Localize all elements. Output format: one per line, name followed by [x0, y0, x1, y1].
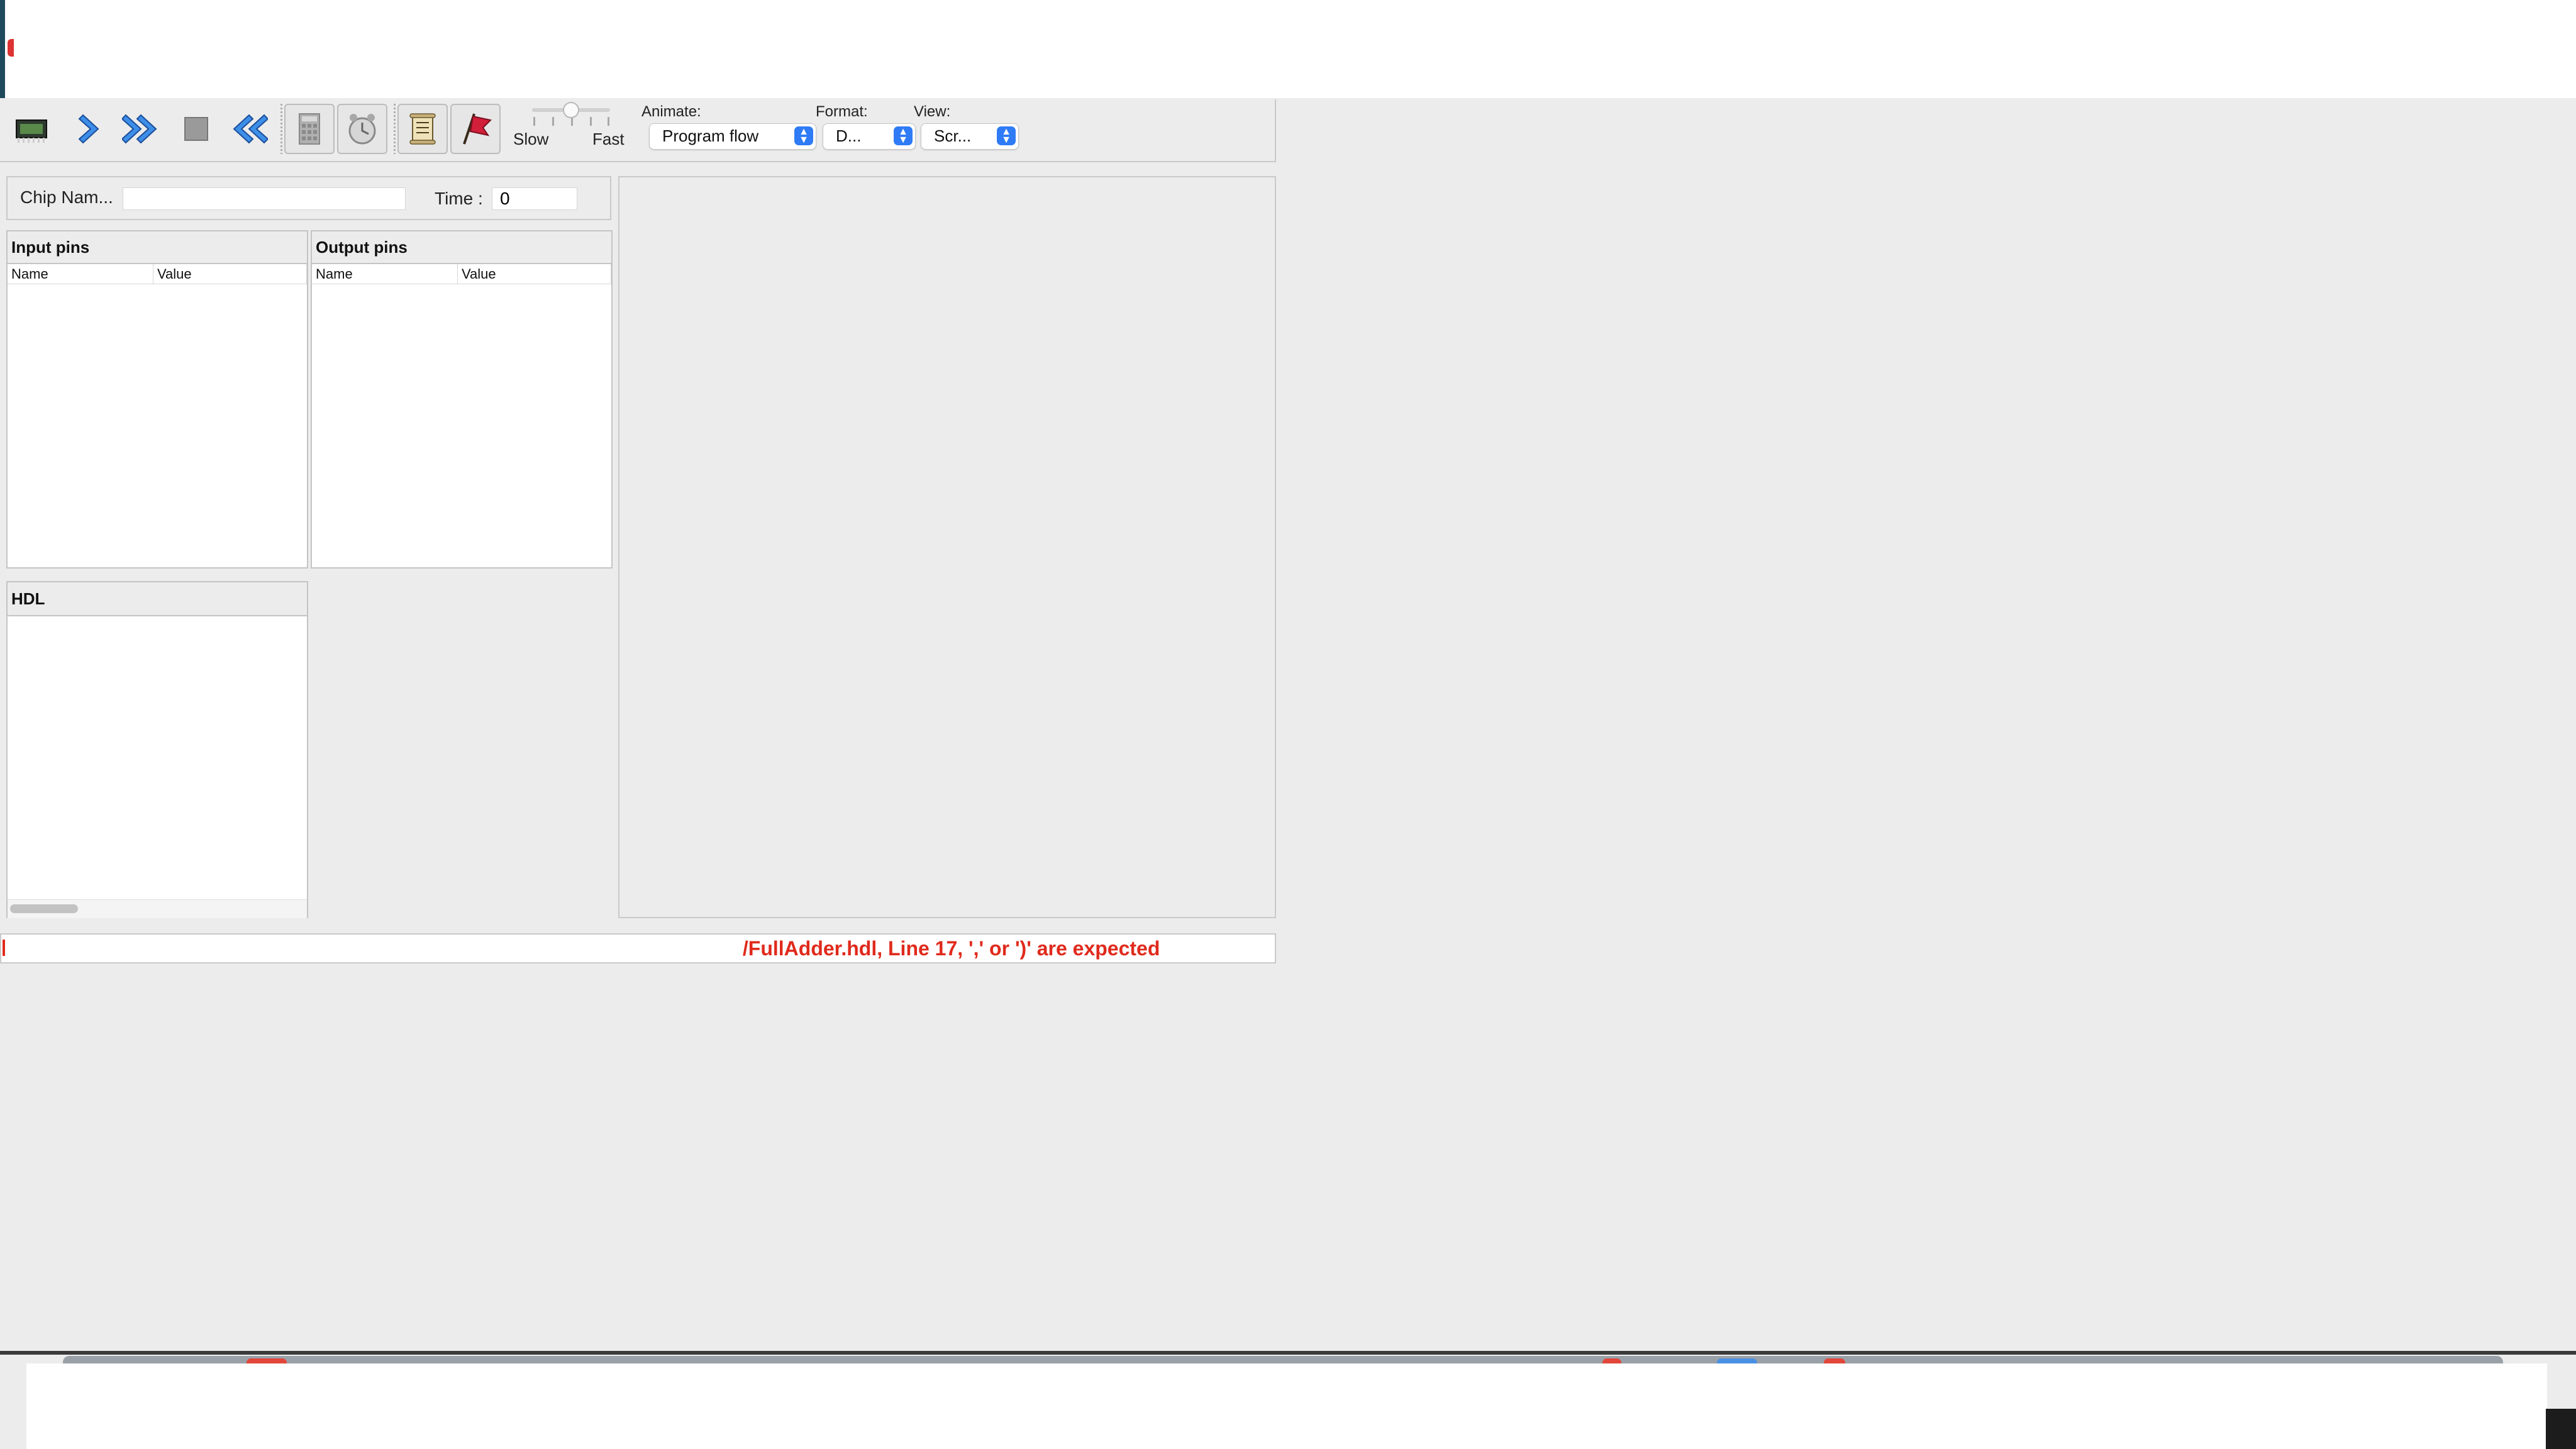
select-arrows-icon: ▲ ▼ [794, 126, 813, 145]
status-cursor [3, 940, 5, 956]
slider-tick [533, 117, 535, 126]
format-select-value: D... [836, 126, 862, 145]
desktop-corner [2546, 1409, 2576, 1449]
output-pins-title: Output pins [312, 231, 611, 264]
breakpoints-button[interactable] [450, 104, 501, 154]
input-pins-name-header[interactable]: Name [8, 264, 153, 284]
top-band [0, 0, 2576, 98]
bottom-overlay [26, 1363, 2547, 1449]
double-chevron-left-icon [233, 114, 268, 144]
animate-select[interactable]: Program flow ▲ ▼ [649, 123, 816, 150]
output-pins-value-header[interactable]: Value [458, 264, 611, 284]
input-pins-title: Input pins [8, 231, 307, 264]
select-arrows-icon: ▲ ▼ [894, 126, 913, 145]
clock-icon [348, 114, 376, 145]
time-field[interactable]: 0 [492, 187, 577, 210]
load-chip-button[interactable] [6, 104, 57, 154]
chip-name-field[interactable] [123, 187, 406, 210]
hdl-scrollbar-thumb[interactable] [10, 904, 78, 913]
status-message: /FullAdder.hdl, Line 17, ',' or ')' are … [737, 937, 1160, 960]
output-pins-name-header[interactable]: Name [312, 264, 458, 284]
view-select-value: Scr... [934, 126, 972, 145]
input-pins-panel: Input pins Name Value [6, 230, 308, 569]
view-select[interactable]: Scr... ▲ ▼ [921, 123, 1019, 150]
chip-icon [16, 119, 47, 143]
toolbar-separator [394, 104, 396, 154]
chip-name-label: Chip Nam... [20, 187, 113, 207]
slider-tick [590, 117, 592, 126]
hdl-panel: HDL [6, 581, 308, 918]
select-arrows-icon: ▲ ▼ [997, 126, 1016, 145]
speed-slow-label: Slow [513, 130, 549, 148]
close-button-edge[interactable] [8, 39, 14, 57]
screen-panel [618, 176, 1276, 918]
format-select[interactable]: D... ▲ ▼ [823, 123, 916, 150]
speed-slider-thumb[interactable] [563, 102, 579, 118]
stop-button[interactable] [171, 104, 221, 154]
speed-fast-label: Fast [592, 130, 625, 148]
script-button[interactable] [397, 104, 448, 154]
animate-select-value: Program flow [662, 126, 759, 145]
calculator-icon [299, 113, 320, 145]
double-chevron-right-icon [122, 114, 157, 144]
flag-icon [463, 113, 492, 145]
view-label: View: [914, 103, 951, 120]
input-pins-value-header[interactable]: Value [153, 264, 307, 284]
eval-button[interactable] [284, 104, 335, 154]
hdl-title: HDL [8, 582, 307, 616]
slider-tick [552, 117, 554, 126]
chevron-right-icon [78, 114, 99, 144]
output-pins-panel: Output pins Name Value [311, 230, 613, 569]
animate-label: Animate: [641, 103, 701, 120]
window-bottom-edge [0, 1351, 2576, 1355]
stop-icon [184, 117, 208, 141]
format-label: Format: [816, 103, 868, 120]
run-button[interactable] [117, 104, 167, 154]
scroll-icon [409, 113, 436, 145]
time-label: Time : [435, 189, 483, 208]
toolbar-separator [280, 104, 282, 154]
tick-tock-button[interactable] [337, 104, 387, 154]
slider-tick [571, 117, 573, 126]
reset-button[interactable] [223, 104, 273, 154]
single-step-button[interactable] [65, 104, 116, 154]
slider-tick [608, 117, 609, 126]
